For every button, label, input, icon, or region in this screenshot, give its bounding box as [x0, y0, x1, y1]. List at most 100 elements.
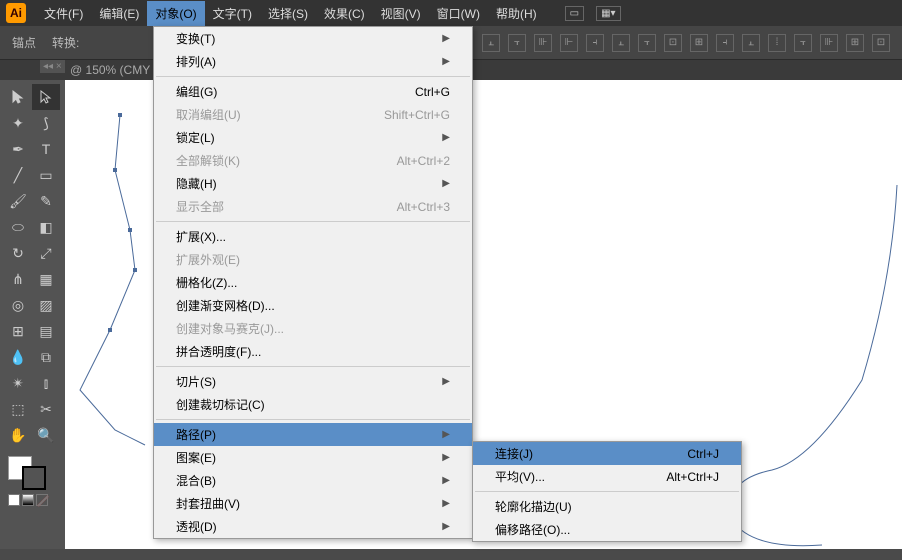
menu-item: 创建对象马赛克(J)... [154, 317, 472, 340]
artboard-tool[interactable]: ⬚ [4, 396, 32, 422]
align-icon[interactable]: ⫟ [638, 34, 656, 52]
workspace-icon[interactable]: ▭ [565, 6, 584, 21]
menu-item[interactable]: 排列(A)▶ [154, 50, 472, 73]
align-icon[interactable]: ⫞ [716, 34, 734, 52]
menu-item[interactable]: 切片(S)▶ [154, 370, 472, 393]
menu-item[interactable]: 连接(J)Ctrl+J [473, 442, 741, 465]
menu-item-label: 创建对象马赛克(J)... [176, 320, 284, 337]
menu-item[interactable]: 混合(B)▶ [154, 469, 472, 492]
rectangle-tool[interactable]: ▭ [32, 162, 60, 188]
menu-item-label: 隐藏(H) [176, 175, 217, 192]
menu-item-label: 封套扭曲(V) [176, 495, 240, 512]
menu-item[interactable]: 帮助(H) [488, 1, 545, 26]
app-icon: Ai [6, 3, 26, 23]
menu-item-label: 编组(G) [176, 83, 217, 100]
menu-item[interactable]: 透视(D)▶ [154, 515, 472, 538]
menu-item[interactable]: 视图(V) [373, 1, 429, 26]
menu-item[interactable]: 拼合透明度(F)... [154, 340, 472, 363]
menu-item[interactable]: 扩展(X)... [154, 225, 472, 248]
pen-tool[interactable]: ✒ [4, 136, 32, 162]
menu-item[interactable]: 栅格化(Z)... [154, 271, 472, 294]
menu-item[interactable]: 偏移路径(O)... [473, 518, 741, 541]
shape-builder-tool[interactable]: ◎ [4, 292, 32, 318]
direct-selection-tool[interactable] [32, 84, 60, 110]
paintbrush-tool[interactable]: 🖌 [4, 188, 32, 214]
menu-item-label: 全部解锁(K) [176, 152, 240, 169]
menu-item-label: 创建渐变网格(D)... [176, 297, 275, 314]
menu-item[interactable]: 效果(C) [316, 1, 373, 26]
menu-item-label: 连接(J) [495, 445, 533, 462]
menu-shortcut: Alt+Ctrl+2 [397, 154, 450, 168]
menu-item[interactable]: 文字(T) [205, 1, 260, 26]
eraser-tool[interactable]: ◧ [32, 214, 60, 240]
align-icon[interactable]: ⊞ [846, 34, 864, 52]
menu-item-label: 锁定(L) [176, 129, 215, 146]
color-mode-icon[interactable] [8, 494, 20, 506]
align-icon[interactable]: ⁞ [768, 34, 786, 52]
menu-item[interactable]: 变换(T)▶ [154, 27, 472, 50]
document-tab[interactable]: @ 150% (CMY [70, 63, 150, 77]
lasso-tool[interactable]: ⟆ [32, 110, 60, 136]
align-icon[interactable]: ⊪ [534, 34, 552, 52]
menu-item[interactable]: 平均(V)...Alt+Ctrl+J [473, 465, 741, 488]
color-swatches[interactable] [4, 454, 61, 490]
align-icon[interactable]: ⊪ [820, 34, 838, 52]
align-icon[interactable]: ⫟ [794, 34, 812, 52]
graph-tool[interactable]: ⫾ [32, 370, 60, 396]
menu-item[interactable]: 编组(G)Ctrl+G [154, 80, 472, 103]
pencil-tool[interactable]: ✎ [32, 188, 60, 214]
slice-tool[interactable]: ✂ [32, 396, 60, 422]
menu-item[interactable]: 选择(S) [260, 1, 316, 26]
menu-shortcut: Shift+Ctrl+G [384, 108, 450, 122]
menu-item[interactable]: 创建裁切标记(C) [154, 393, 472, 416]
width-tool[interactable]: ⋔ [4, 266, 32, 292]
selection-tool[interactable] [4, 84, 32, 110]
menu-item[interactable]: 路径(P)▶ [154, 423, 472, 446]
menu-separator [156, 366, 470, 367]
blob-brush-tool[interactable]: ⬭ [4, 214, 32, 240]
menu-shortcut: Alt+Ctrl+3 [397, 200, 450, 214]
menu-item[interactable]: 轮廓化描边(U) [473, 495, 741, 518]
menu-item[interactable]: 窗口(W) [429, 1, 488, 26]
gradient-tool[interactable]: ▤ [32, 318, 60, 344]
menu-item[interactable]: 创建渐变网格(D)... [154, 294, 472, 317]
menu-item[interactable]: 图案(E)▶ [154, 446, 472, 469]
menu-item[interactable]: 封套扭曲(V)▶ [154, 492, 472, 515]
menu-item-label: 栅格化(Z)... [176, 274, 237, 291]
align-icon[interactable]: ⫞ [586, 34, 604, 52]
magic-wand-tool[interactable]: ✦ [4, 110, 32, 136]
arrange-icon[interactable]: ▦▾ [596, 6, 620, 21]
stroke-swatch[interactable] [22, 466, 46, 490]
align-icon[interactable]: ⫟ [508, 34, 526, 52]
menu-item[interactable]: 锁定(L)▶ [154, 126, 472, 149]
hand-tool[interactable]: ✋ [4, 422, 32, 448]
menu-item[interactable]: 编辑(E) [91, 1, 147, 26]
menu-item[interactable]: 文件(F) [36, 1, 91, 26]
panel-handle[interactable]: ◂◂ × [40, 60, 65, 73]
menu-item-label: 轮廓化描边(U) [495, 498, 572, 515]
align-icon[interactable]: ⫠ [612, 34, 630, 52]
symbol-sprayer-tool[interactable]: ✴ [4, 370, 32, 396]
align-icon[interactable]: ⊡ [872, 34, 890, 52]
align-icon[interactable]: ⊞ [690, 34, 708, 52]
gradient-mode-icon[interactable] [22, 494, 34, 506]
mesh-tool[interactable]: ⊞ [4, 318, 32, 344]
scale-tool[interactable]: ⤢ [32, 240, 60, 266]
align-icon[interactable]: ⫠ [482, 34, 500, 52]
menu-item[interactable]: 隐藏(H)▶ [154, 172, 472, 195]
submenu-arrow-icon: ▶ [442, 33, 450, 44]
align-icon[interactable]: ⊡ [664, 34, 682, 52]
menu-item[interactable]: 对象(O) [147, 1, 204, 26]
align-icon[interactable]: ⊩ [560, 34, 578, 52]
blend-tool[interactable]: ⧉ [32, 344, 60, 370]
none-mode-icon[interactable] [36, 494, 48, 506]
free-transform-tool[interactable]: ▦ [32, 266, 60, 292]
menu-item-label: 扩展外观(E) [176, 251, 240, 268]
zoom-tool[interactable]: 🔍 [32, 422, 60, 448]
perspective-tool[interactable]: ▨ [32, 292, 60, 318]
line-tool[interactable]: ╱ [4, 162, 32, 188]
align-icon[interactable]: ⫠ [742, 34, 760, 52]
type-tool[interactable]: T [32, 136, 60, 162]
eyedropper-tool[interactable]: 💧 [4, 344, 32, 370]
rotate-tool[interactable]: ↻ [4, 240, 32, 266]
